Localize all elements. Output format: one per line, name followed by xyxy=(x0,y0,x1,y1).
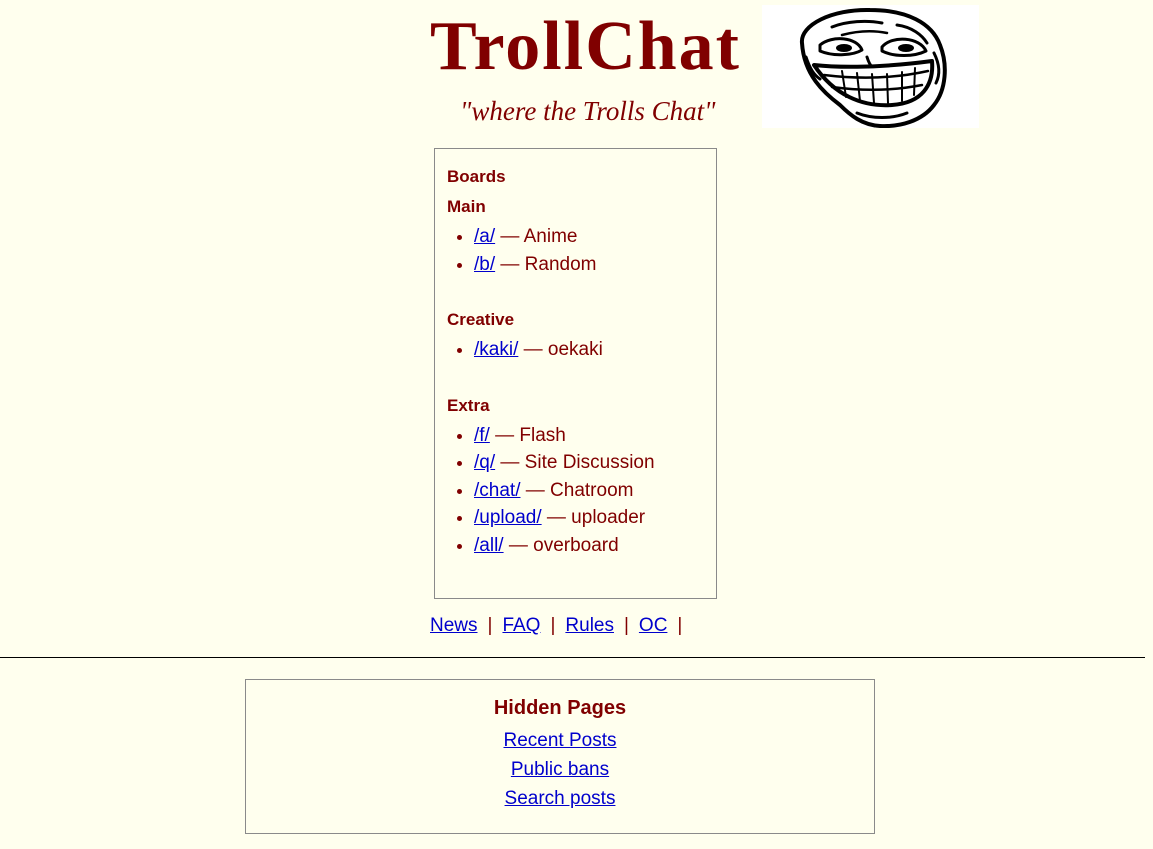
board-list-creative: /kaki/ — oekaki xyxy=(447,336,704,364)
board-desc: — uploader xyxy=(546,507,646,528)
list-item: /kaki/ — oekaki xyxy=(474,336,704,364)
list-item: /upload/ — uploader xyxy=(474,504,704,532)
nav-link-rules[interactable]: Rules xyxy=(565,615,614,636)
hidden-pages-panel: Hidden Pages Recent Posts Public bans Se… xyxy=(245,679,875,834)
boards-heading: Boards xyxy=(447,167,506,186)
hidden-pages-title: Hidden Pages xyxy=(493,697,627,719)
nav-separator: | xyxy=(623,615,629,636)
nav-separator: | xyxy=(487,615,493,636)
recent-posts-link[interactable]: Recent Posts xyxy=(246,726,874,755)
list-item: /f/ — Flash xyxy=(474,422,704,450)
board-link-a[interactable]: /a/ xyxy=(474,226,495,247)
nav-link-oc[interactable]: OC xyxy=(639,615,668,636)
board-list-main: /a/ — Anime /b/ — Random xyxy=(447,223,704,278)
board-desc: — Site Discussion xyxy=(500,452,655,473)
board-desc: — Chatroom xyxy=(525,479,634,501)
public-bans-link[interactable]: Public bans xyxy=(246,755,874,784)
board-desc: — Flash xyxy=(495,424,566,446)
section-heading-main: Main xyxy=(447,197,486,216)
site-title: TrollChat xyxy=(430,8,741,85)
board-link-q[interactable]: /q/ xyxy=(474,452,495,473)
list-item: /q/ — Site Discussion xyxy=(474,449,704,477)
section-heading-extra: Extra xyxy=(447,395,490,415)
board-list-extra: /f/ — Flash /q/ — Site Discussion /chat/… xyxy=(447,422,704,560)
board-link-b[interactable]: /b/ xyxy=(474,254,495,275)
footer-nav: News | FAQ | Rules | OC | xyxy=(430,615,692,637)
list-item: /b/ — Random xyxy=(474,251,704,279)
list-item: /a/ — Anime xyxy=(474,223,704,251)
section-heading-creative: Creative xyxy=(447,310,515,329)
board-link-f[interactable]: /f/ xyxy=(474,425,490,446)
board-link-kaki[interactable]: /kaki/ xyxy=(474,339,518,360)
trollface-logo-icon xyxy=(762,5,979,129)
site-header: TrollChat "where the Trolls Chat" xyxy=(0,0,1153,140)
nav-link-faq[interactable]: FAQ xyxy=(502,615,540,636)
horizontal-divider xyxy=(0,657,1145,658)
nav-separator: | xyxy=(550,615,556,636)
board-desc: — Anime xyxy=(500,226,578,247)
hidden-pages-links: Recent Posts Public bans Search posts xyxy=(246,726,874,813)
nav-link-news[interactable]: News xyxy=(430,615,478,636)
board-desc: — oekaki xyxy=(523,339,603,360)
list-item: /chat/ — Chatroom xyxy=(474,477,704,505)
board-link-upload[interactable]: /upload/ xyxy=(474,507,542,528)
boards-panel: Boards Main /a/ — Anime /b/ — Random Cre… xyxy=(434,148,717,599)
board-desc: — Random xyxy=(500,253,597,275)
search-posts-link[interactable]: Search posts xyxy=(246,784,874,813)
board-link-chat[interactable]: /chat/ xyxy=(474,480,520,501)
list-item: /all/ — overboard xyxy=(474,532,704,560)
board-link-all[interactable]: /all/ xyxy=(474,535,504,556)
nav-separator: | xyxy=(677,615,683,636)
site-tagline: "where the Trolls Chat" xyxy=(460,96,716,126)
board-desc: — overboard xyxy=(508,534,619,556)
